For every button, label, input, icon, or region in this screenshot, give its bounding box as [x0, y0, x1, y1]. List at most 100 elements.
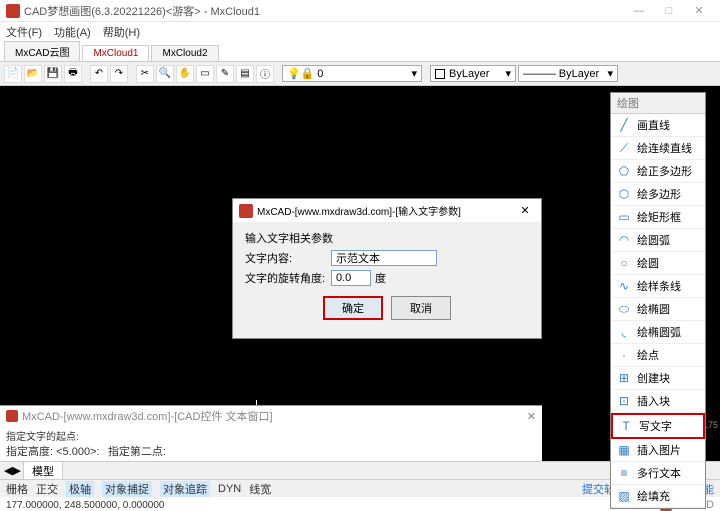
tool-icon: ○: [617, 256, 631, 270]
tool-item-12[interactable]: ⊡ 插入块: [611, 390, 705, 413]
status-otrack[interactable]: 对象追踪: [160, 481, 210, 497]
cmd-line-1: 指定文字的起点:: [6, 428, 536, 443]
tool-label: 绘圆: [637, 255, 659, 271]
status-grid[interactable]: 栅格: [6, 481, 28, 497]
title-bar: CAD梦想画图(6.3.20221226)<游客> - MxCloud1 — □…: [0, 0, 720, 22]
tool-icon: ▦: [617, 443, 631, 457]
modeltab-nav-left[interactable]: ◀: [4, 464, 12, 477]
zoom-icon[interactable]: 🔍: [156, 65, 174, 83]
command-panel: MxCAD-[www.mxdraw3d.com]-[CAD控件 文本窗口] ✕ …: [0, 405, 542, 461]
tool-icon: ·: [617, 348, 631, 362]
angle-unit-label: 度: [375, 270, 386, 286]
tool-item-14[interactable]: ▦ 插入图片: [611, 439, 705, 462]
tool-item-3[interactable]: ⬡绘多边形: [611, 183, 705, 206]
tool-icon: ⊞: [617, 371, 631, 385]
tool-label: 绘连续直线: [637, 140, 692, 156]
modeltab-nav-right[interactable]: ▶: [12, 464, 20, 477]
status-osnap[interactable]: 对象捕捉: [102, 481, 152, 497]
cmd-logo-icon: [6, 410, 18, 422]
tool-icon: ╱: [617, 118, 631, 132]
tool-item-11[interactable]: ⊞创建块: [611, 367, 705, 390]
tool-icon: ▨: [617, 489, 631, 503]
status-polar[interactable]: 极轴: [66, 481, 94, 497]
text-input-dialog: MxCAD-[www.mxdraw3d.com]-[输入文字参数] ✕ 输入文字…: [232, 198, 542, 339]
redo-icon[interactable]: ↷: [110, 65, 128, 83]
draw-tool-panel: 绘图 ╱画直线⟋绘连续直线⬠绘正多边形⬡绘多边形▭绘矩形框◠绘圆弧○绘圆∿绘样条…: [610, 92, 706, 509]
status-lineweight[interactable]: 线宽: [249, 481, 271, 497]
tool-item-7[interactable]: ∿绘样条线: [611, 275, 705, 298]
dialog-titlebar[interactable]: MxCAD-[www.mxdraw3d.com]-[输入文字参数] ✕: [233, 199, 541, 222]
tab-mxcloud1[interactable]: MxCloud1: [82, 45, 149, 61]
command-panel-title[interactable]: MxCAD-[www.mxdraw3d.com]-[CAD控件 文本窗口] ✕: [0, 406, 542, 426]
pan-icon[interactable]: ✋: [176, 65, 194, 83]
dialog-close-button[interactable]: ✕: [515, 204, 535, 217]
status-ortho[interactable]: 正交: [36, 481, 58, 497]
main-toolbar: 📄 📂 💾 🖶 ↶ ↷ ✂ 🔍 ✋ ▭ ✎ ▤ ⓘ 💡🔒 0▾ ByLayer▾…: [0, 62, 720, 86]
edit-icon[interactable]: ✎: [216, 65, 234, 83]
tool-label: 多行文本: [637, 465, 681, 481]
layer-value: 0: [317, 68, 323, 80]
menu-file[interactable]: 文件(F): [6, 24, 42, 40]
tool-icon: ⬭: [617, 302, 631, 316]
tab-mxcloud2[interactable]: MxCloud2: [151, 45, 218, 61]
color-value: ByLayer: [449, 68, 489, 80]
tool-label: 绘圆弧: [637, 232, 670, 248]
tool-label: 绘填充: [637, 488, 670, 504]
color-dropdown[interactable]: ByLayer▾: [430, 65, 516, 82]
linetype-dropdown[interactable]: ——— ByLayer▾: [518, 65, 618, 82]
tool-item-5[interactable]: ◠绘圆弧: [611, 229, 705, 252]
tool-icon: ⟋: [617, 141, 631, 155]
tool-item-0[interactable]: ╱ 画直线: [611, 114, 705, 137]
tool-icon: ⊡: [617, 394, 631, 408]
tool-icon: ∿: [617, 279, 631, 293]
text-angle-input[interactable]: [331, 270, 371, 286]
tool-item-10[interactable]: · 绘点: [611, 344, 705, 367]
open-icon[interactable]: 📂: [24, 65, 42, 83]
tool-item-9[interactable]: ◟绘椭圆弧: [611, 321, 705, 344]
cmd-close-icon[interactable]: ✕: [527, 410, 536, 423]
tool-item-15[interactable]: ≡多行文本: [611, 462, 705, 485]
tool-item-8[interactable]: ⬭绘椭圆: [611, 298, 705, 321]
select-icon[interactable]: ▭: [196, 65, 214, 83]
tab-mxcad-cloud[interactable]: MxCAD云图: [4, 41, 80, 61]
tool-icon: ◟: [617, 325, 631, 339]
tool-label: 画直线: [637, 117, 670, 133]
tool-label: 绘点: [637, 347, 659, 363]
coordinate-readout: 177.000000, 248.500000, 0.000000: [6, 500, 165, 511]
tool-label: 插入图片: [637, 442, 681, 458]
text-content-label: 文字内容:: [245, 250, 327, 266]
layer-icon[interactable]: ▤: [236, 65, 254, 83]
cancel-button[interactable]: 取消: [391, 296, 451, 320]
tool-item-6[interactable]: ○ 绘圆: [611, 252, 705, 275]
status-dyn[interactable]: DYN: [218, 483, 241, 495]
tool-label: 绘正多边形: [637, 163, 692, 179]
dialog-section-label: 输入文字相关参数: [245, 230, 529, 246]
close-button[interactable]: ✕: [684, 4, 714, 17]
app-logo-icon: [6, 4, 20, 18]
minimize-button[interactable]: —: [624, 5, 654, 17]
tool-label: 绘矩形框: [637, 209, 681, 225]
menu-help[interactable]: 帮助(H): [103, 24, 140, 40]
new-icon[interactable]: 📄: [4, 65, 22, 83]
text-content-input[interactable]: [331, 250, 437, 266]
window-title: CAD梦想画图(6.3.20221226)<游客> - MxCloud1: [24, 3, 624, 19]
dialog-logo-icon: [239, 204, 253, 218]
tool-item-16[interactable]: ▨ 绘填充: [611, 485, 705, 508]
undo-icon[interactable]: ↶: [90, 65, 108, 83]
info-icon[interactable]: ⓘ: [256, 65, 274, 83]
tool-item-1[interactable]: ⟋ 绘连续直线: [611, 137, 705, 160]
model-tab[interactable]: 模型: [23, 461, 63, 481]
cmd-line-2[interactable]: 指定高度: <5.000>: 指定第二点:: [6, 443, 536, 459]
ok-button[interactable]: 确定: [323, 296, 383, 320]
maximize-button[interactable]: □: [654, 5, 684, 17]
tool-item-2[interactable]: ⬠绘正多边形: [611, 160, 705, 183]
tool-label: 插入块: [637, 393, 670, 409]
menu-function[interactable]: 功能(A): [54, 24, 91, 40]
tool-item-4[interactable]: ▭绘矩形框: [611, 206, 705, 229]
save-icon[interactable]: 💾: [44, 65, 62, 83]
tool-icon: ⬡: [617, 187, 631, 201]
layer-dropdown[interactable]: 💡🔒 0▾: [282, 65, 422, 82]
tool-item-13[interactable]: T写文字: [611, 413, 705, 439]
cut-icon[interactable]: ✂: [136, 65, 154, 83]
print-icon[interactable]: 🖶: [64, 65, 82, 83]
